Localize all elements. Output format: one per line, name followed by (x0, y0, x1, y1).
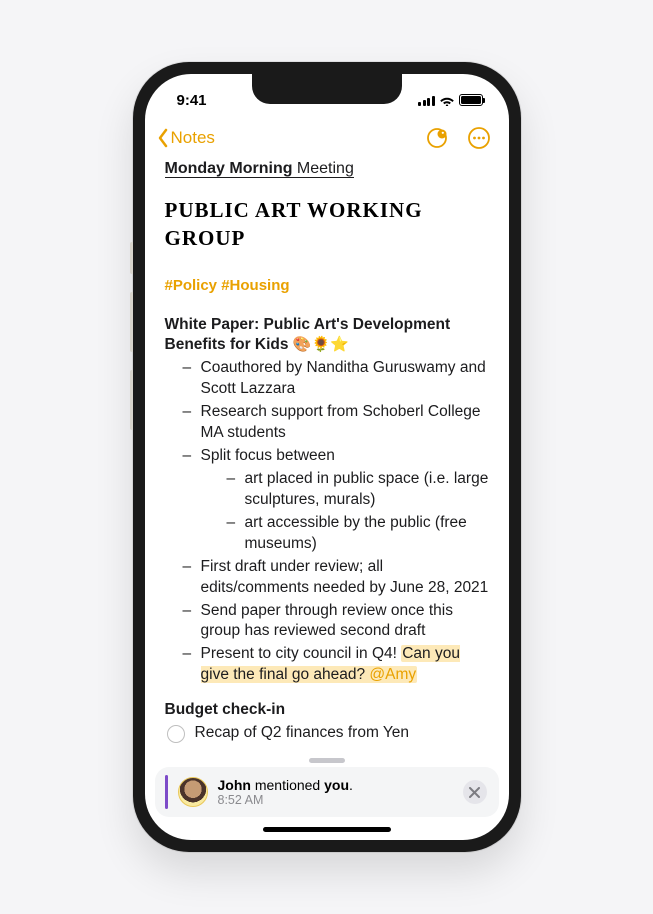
collab-icon (425, 126, 449, 150)
status-indicators (418, 94, 483, 106)
ellipsis-circle-icon (467, 126, 491, 150)
note-content[interactable]: Monday Morning Meeting PUBLIC ART WORKIN… (145, 158, 509, 752)
list-item: art placed in public space (i.e. large s… (231, 469, 489, 511)
title-part1: Monday Morning (165, 160, 293, 177)
notch (252, 74, 402, 104)
close-button[interactable] (463, 780, 487, 804)
close-icon (469, 787, 480, 798)
list-item: Split focus between art placed in public… (187, 446, 489, 555)
avatar (178, 777, 208, 807)
home-indicator[interactable] (263, 827, 391, 832)
notif-text: John mentioned you. 8:52 AM (218, 777, 453, 807)
back-label: Notes (171, 128, 215, 148)
wifi-icon (439, 94, 455, 106)
checklist-label: Recap of Q2 finances from Yen (195, 723, 410, 744)
list-item: Present to city council in Q4! Can you g… (187, 644, 489, 686)
checkbox-icon[interactable] (167, 725, 185, 743)
mention-notification[interactable]: John mentioned you. 8:52 AM (155, 767, 499, 817)
checklist-item[interactable]: Recap of Q2 finances from Yen (165, 723, 489, 744)
back-button[interactable]: Notes (157, 128, 215, 148)
list-item: First draft under review; all edits/comm… (187, 557, 489, 599)
notif-accent-bar (165, 775, 168, 809)
list-item: art accessible by the public (free museu… (231, 513, 489, 555)
note-title-line: Monday Morning Meeting (165, 158, 489, 180)
phone-frame: 9:41 Notes Monday M (133, 62, 521, 852)
status-time: 9:41 (177, 92, 207, 109)
nav-bar: Notes (145, 122, 509, 158)
share-collab-button[interactable] (425, 126, 449, 150)
chevron-left-icon (157, 128, 169, 148)
list-item: Send paper through review once this grou… (187, 601, 489, 643)
section-2-title: Budget check-in (165, 700, 489, 721)
notif-time: 8:52 AM (218, 793, 453, 807)
list-item: Coauthored by Nanditha Guruswamy and Sco… (187, 358, 489, 400)
title-emoji: 🎨🌻⭐ (293, 336, 349, 353)
battery-icon (459, 94, 483, 106)
nav-actions (425, 126, 491, 150)
notif-target: you (324, 777, 349, 793)
nested-list: art placed in public space (i.e. large s… (201, 469, 489, 555)
notif-who: John (218, 777, 251, 793)
section-1-title: White Paper: Public Art's Development Be… (165, 315, 489, 357)
title-part2: Meeting (292, 160, 353, 177)
tags-line[interactable]: #Policy #Housing (165, 276, 489, 296)
cellular-icon (418, 95, 435, 106)
note-heading: PUBLIC ART WORKING GROUP (165, 196, 489, 253)
more-button[interactable] (467, 126, 491, 150)
bullet-list: Coauthored by Nanditha Guruswamy and Sco… (165, 358, 489, 686)
screen: 9:41 Notes Monday M (145, 74, 509, 840)
mention[interactable]: @Amy (369, 666, 416, 683)
list-item: Research support from Schoberl College M… (187, 402, 489, 444)
sheet-grabber[interactable] (309, 758, 345, 763)
